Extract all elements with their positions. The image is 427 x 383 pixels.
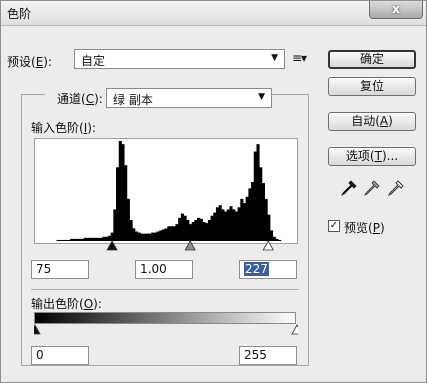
output-white-field[interactable]: 255 bbox=[239, 346, 297, 365]
histogram-bar bbox=[116, 167, 120, 241]
channel-value: 绿 副本 bbox=[113, 93, 153, 107]
histogram-bar bbox=[194, 219, 198, 241]
histogram-bar bbox=[251, 182, 255, 241]
dialog-title: 色阶 bbox=[7, 7, 32, 21]
histogram-bar bbox=[229, 206, 233, 241]
histogram-bar bbox=[197, 217, 201, 241]
histogram-bar bbox=[178, 217, 182, 241]
histogram-bar bbox=[267, 214, 271, 241]
histogram-bar bbox=[213, 212, 217, 241]
section-divider bbox=[31, 289, 299, 290]
histogram-bar bbox=[199, 218, 203, 241]
histogram-bar bbox=[210, 215, 214, 241]
input-black-slider[interactable] bbox=[106, 240, 118, 251]
output-black-field[interactable]: 0 bbox=[31, 346, 89, 365]
histogram-bar bbox=[240, 198, 244, 241]
preset-value: 自定 bbox=[81, 54, 106, 68]
histogram-bar bbox=[253, 151, 257, 241]
histogram-bar bbox=[226, 209, 230, 241]
close-icon: x bbox=[392, 2, 400, 16]
input-white-field[interactable]: 227 bbox=[239, 260, 297, 279]
preview-label: 预览(P) bbox=[344, 221, 385, 235]
histogram-bar bbox=[113, 209, 117, 241]
histogram-bar bbox=[234, 211, 238, 241]
close-button[interactable]: x bbox=[369, 1, 423, 19]
input-white-slider[interactable] bbox=[262, 240, 274, 251]
auto-button[interactable]: 自动(A) bbox=[328, 112, 416, 131]
histogram-bar bbox=[259, 167, 263, 241]
black-eyedropper-icon[interactable] bbox=[340, 179, 358, 197]
histogram-bar bbox=[118, 141, 122, 241]
histogram-bar bbox=[256, 144, 260, 241]
input-slider-track[interactable] bbox=[34, 239, 298, 253]
histogram-bar bbox=[129, 219, 133, 241]
histogram-bar bbox=[232, 209, 236, 241]
histogram-bar bbox=[224, 211, 228, 241]
input-levels-label: 输入色阶(I): bbox=[31, 121, 96, 135]
histogram-bar bbox=[121, 144, 125, 241]
histogram-bar bbox=[215, 207, 220, 241]
input-gamma-field[interactable]: 1.00 bbox=[135, 260, 193, 279]
histogram-bar bbox=[218, 205, 222, 241]
title-bar: 色阶 x bbox=[1, 1, 426, 26]
output-black-slider[interactable] bbox=[34, 324, 41, 335]
histogram-bar bbox=[264, 198, 268, 241]
histogram-bar bbox=[261, 183, 265, 241]
white-eyedropper-icon[interactable] bbox=[387, 179, 405, 197]
histogram-bar bbox=[183, 215, 187, 241]
histogram-chart bbox=[56, 141, 282, 241]
histogram-bar bbox=[245, 196, 249, 241]
histogram-bar bbox=[126, 198, 130, 241]
ok-button[interactable]: 确定 bbox=[328, 50, 416, 69]
output-white-slider[interactable] bbox=[291, 324, 298, 335]
histogram-bar bbox=[180, 213, 184, 241]
input-black-field[interactable]: 75 bbox=[31, 260, 89, 279]
histogram-bar bbox=[186, 219, 190, 241]
histogram-bar bbox=[237, 207, 241, 241]
histogram-bar bbox=[221, 209, 225, 241]
output-levels-label: 输出色阶(O): bbox=[31, 297, 102, 311]
gray-eyedropper-icon[interactable] bbox=[363, 179, 381, 197]
histogram-bar bbox=[207, 219, 211, 241]
options-button[interactable]: 选项(T)... bbox=[328, 147, 416, 166]
levels-dialog: 色阶 x 预设(E): 自定 ▼ ≡▾ 确定 复位 自动(A) 选项(T)...… bbox=[0, 0, 427, 383]
input-gamma-slider[interactable] bbox=[184, 240, 196, 251]
reset-button[interactable]: 复位 bbox=[328, 77, 416, 96]
histogram-bar bbox=[124, 165, 128, 241]
histogram-panel bbox=[34, 138, 298, 244]
preview-checkbox[interactable]: ✓ bbox=[328, 220, 340, 232]
channel-dropdown[interactable]: 绿 副本 ▼ bbox=[106, 88, 272, 108]
preset-options-icon[interactable]: ≡▾ bbox=[292, 51, 307, 65]
dropdown-caret-icon: ▼ bbox=[258, 92, 265, 102]
preset-dropdown[interactable]: 自定 ▼ bbox=[74, 49, 285, 69]
histogram-bar bbox=[248, 188, 252, 241]
dropdown-caret-icon: ▼ bbox=[271, 53, 278, 63]
output-slider-track[interactable] bbox=[34, 323, 298, 337]
histogram-bar bbox=[242, 203, 247, 241]
channel-label: 通道(C): bbox=[45, 90, 115, 107]
preset-label: 预设(E): bbox=[7, 55, 53, 69]
checkmark-icon: ✓ bbox=[329, 220, 339, 231]
